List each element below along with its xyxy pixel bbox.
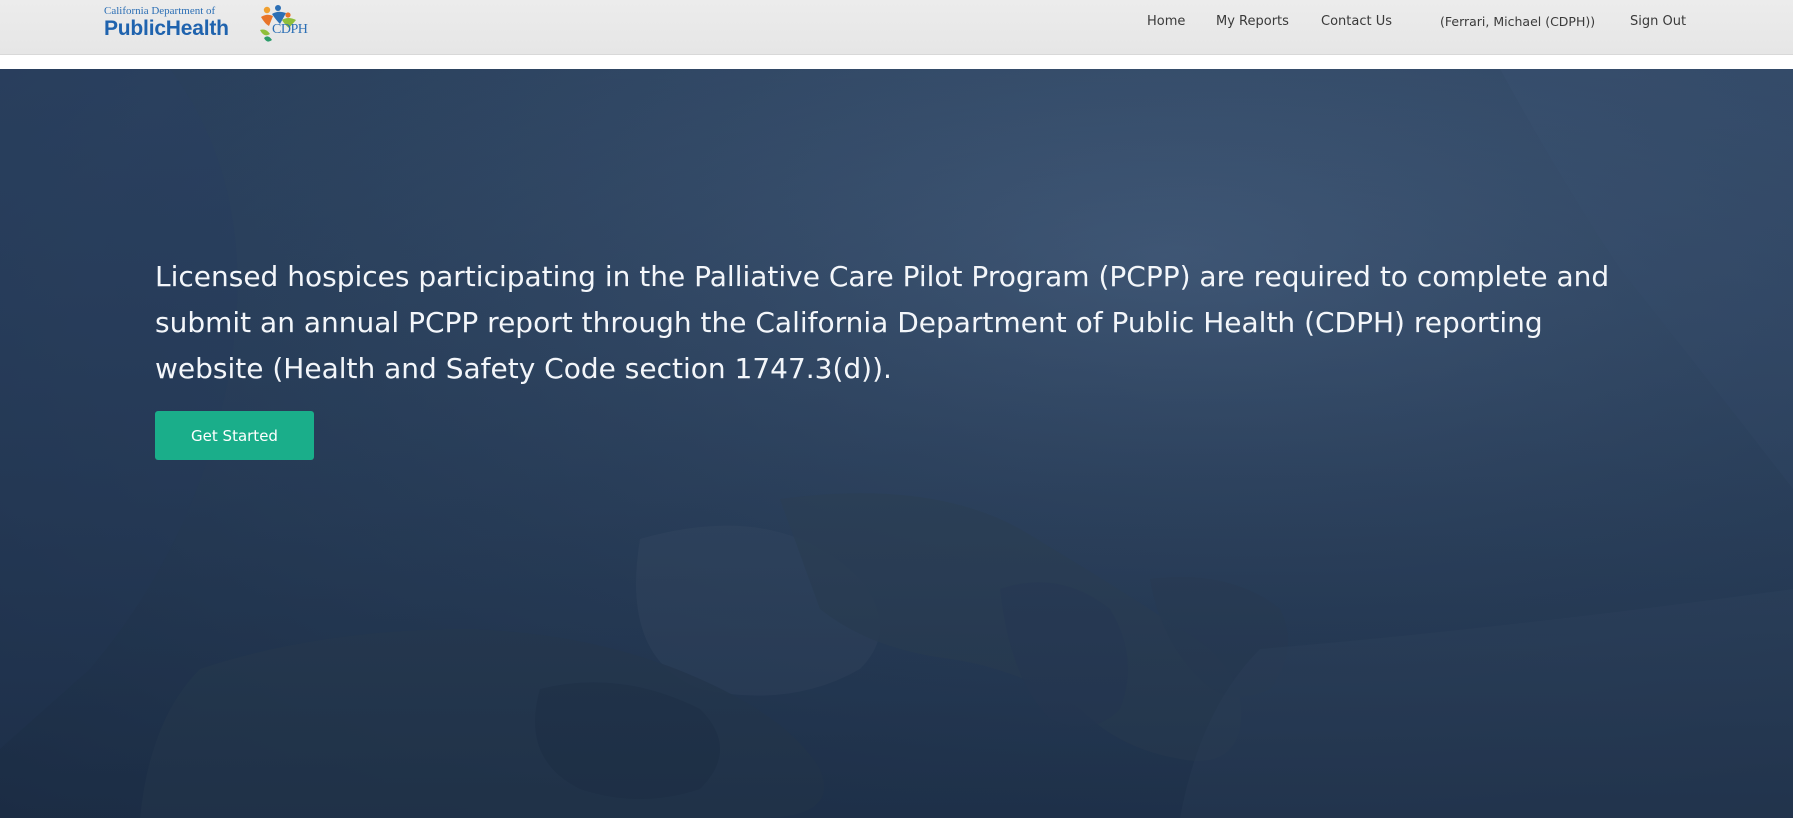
logo-cdph-text: CDPH xyxy=(272,22,308,37)
nav-home-link[interactable]: Home xyxy=(1147,0,1185,44)
site-header: California Department of PublicHealth CD… xyxy=(0,0,1793,55)
nav-sign-out-link[interactable]: Sign Out xyxy=(1630,0,1686,44)
nav-my-reports-link[interactable]: My Reports xyxy=(1216,0,1289,44)
nav-user-name: (Ferrari, Michael (CDPH)) xyxy=(1440,14,1596,29)
cdph-logo[interactable]: California Department of PublicHealth CD… xyxy=(104,4,314,46)
logo-public-health-text: PublicHealth xyxy=(104,17,229,40)
get-started-button[interactable]: Get Started xyxy=(155,411,314,460)
hero-banner: Licensed hospices participating in the P… xyxy=(0,69,1793,818)
people-figures-icon: CDPH xyxy=(252,4,312,46)
hero-description: Licensed hospices participating in the P… xyxy=(155,260,1610,385)
logo-department-text: California Department of xyxy=(104,5,216,17)
nav-contact-us-link[interactable]: Contact Us xyxy=(1321,0,1392,44)
header-divider xyxy=(0,55,1793,69)
